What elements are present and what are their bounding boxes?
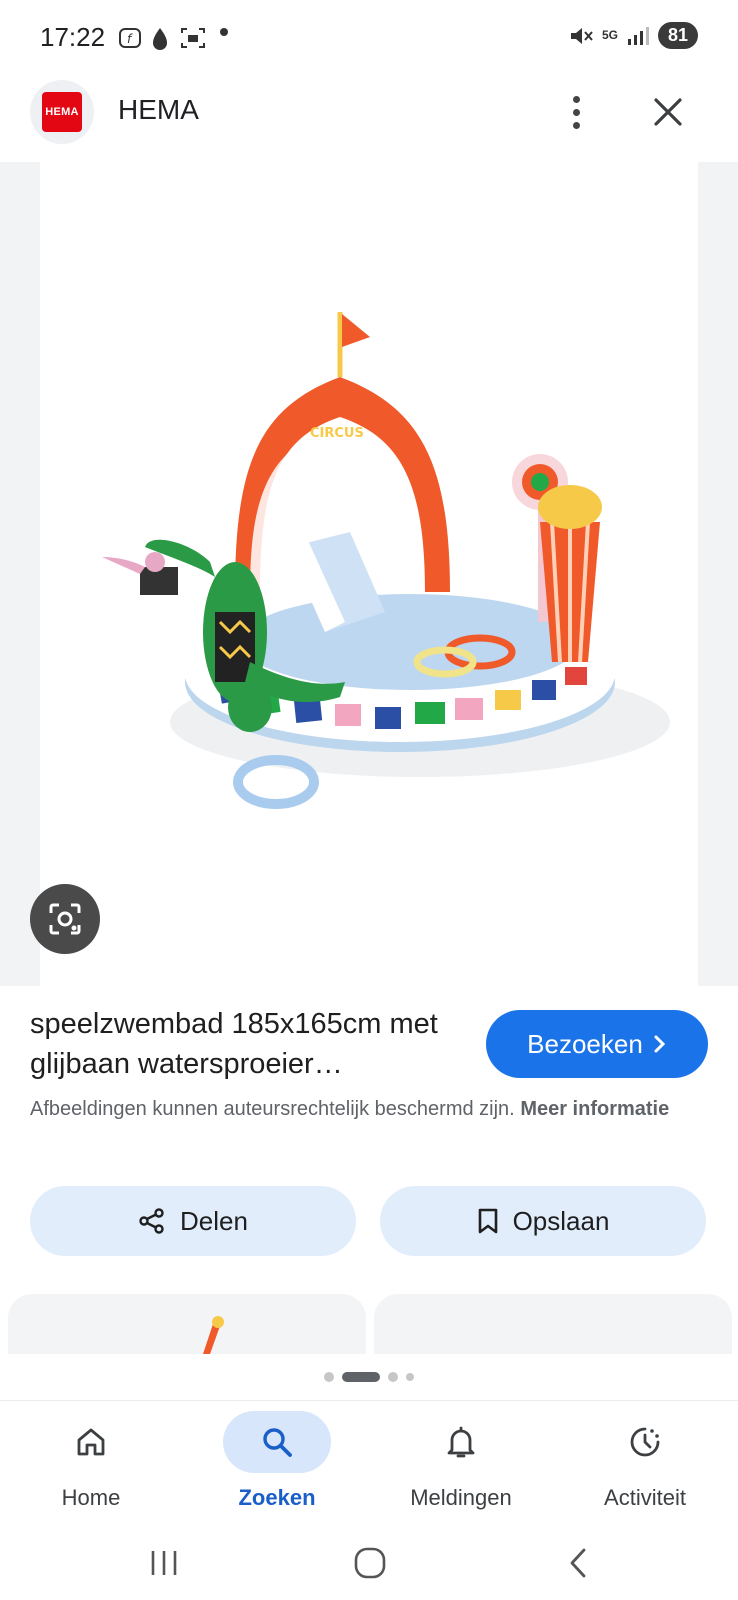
screenshot-icon	[181, 28, 205, 48]
copyright-text: Afbeeldingen kunnen auteursrechtelijk be…	[30, 1098, 515, 1120]
signal-icon	[627, 26, 649, 45]
search-icon	[263, 1428, 292, 1457]
share-label: Delen	[180, 1205, 248, 1236]
related-image-fragment	[203, 1316, 224, 1354]
recent-apps-button[interactable]	[134, 1540, 194, 1586]
nav-activity-pill	[591, 1411, 699, 1473]
back-system-button[interactable]	[548, 1540, 608, 1586]
close-icon[interactable]	[646, 90, 690, 134]
pager-dot	[388, 1372, 398, 1382]
svg-text:f: f	[127, 32, 133, 46]
nav-search-pill	[223, 1411, 331, 1473]
image-text: CIRCUS	[310, 426, 364, 441]
notification-dot	[220, 28, 228, 36]
save-button[interactable]: Opslaan	[380, 1186, 706, 1256]
related-result-thumbnail[interactable]	[8, 1294, 366, 1354]
nav-home[interactable]: Home	[16, 1401, 166, 1531]
pager-dot-active	[342, 1372, 380, 1382]
back-icon	[570, 1548, 586, 1578]
hema-logo: HEMA	[42, 92, 82, 132]
inflatable-pool-illustration: CIRCUS	[102, 312, 670, 809]
image-viewer: CIRCUS	[0, 162, 738, 986]
more-info-link[interactable]: Meer informatie	[520, 1098, 669, 1120]
nav-activity-label: Activiteit	[604, 1485, 686, 1510]
status-time: 17:22	[40, 22, 106, 52]
related-result-thumbnail[interactable]	[374, 1294, 732, 1354]
app-bar: HEMA HEMA	[0, 78, 738, 162]
site-name[interactable]: HEMA	[118, 94, 199, 126]
nav-search-label: Zoeken	[238, 1485, 316, 1510]
battery-indicator: 81	[657, 22, 698, 49]
mute-icon	[570, 27, 593, 44]
share-icon	[139, 1208, 164, 1234]
nav-notifications-pill	[407, 1411, 515, 1473]
recents-icon	[151, 1551, 177, 1575]
save-label: Opslaan	[512, 1205, 610, 1236]
home-system-button[interactable]	[340, 1540, 400, 1586]
home-icon	[77, 1428, 105, 1456]
home-circle-icon	[354, 1547, 386, 1579]
more-options-button[interactable]	[556, 88, 596, 136]
google-lens-button[interactable]	[30, 884, 100, 954]
visit-button-label: Bezoeken	[527, 1028, 643, 1059]
nav-search[interactable]: Zoeken	[202, 1401, 352, 1531]
bell-icon	[447, 1426, 475, 1458]
site-logo: HEMA	[30, 80, 94, 144]
lens-icon	[49, 903, 81, 935]
pager-dot	[324, 1372, 334, 1382]
copyright-notice: Afbeeldingen kunnen auteursrechtelijk be…	[30, 1094, 710, 1125]
nav-notifications[interactable]: Meldingen	[386, 1401, 536, 1531]
nav-activity[interactable]: Activiteit	[570, 1401, 720, 1531]
bookmark-icon	[478, 1208, 497, 1234]
carousel-pager	[0, 1354, 738, 1400]
visit-button[interactable]: Bezoeken	[486, 1010, 708, 1078]
nav-notifications-label: Meldingen	[410, 1485, 512, 1510]
nav-home-label: Home	[61, 1485, 121, 1510]
status-bar: 17:22 f 5G 81	[0, 0, 738, 78]
bottom-navigation: Home Zoeken Meldingen Activiteit	[0, 1400, 738, 1530]
pager-dot	[406, 1373, 414, 1381]
drop-icon	[153, 28, 167, 50]
network-type: 5G	[601, 28, 618, 42]
facebook-notification-icon: f	[119, 28, 141, 48]
product-image[interactable]: CIRCUS	[40, 162, 698, 986]
chevron-right-icon	[654, 1035, 665, 1053]
status-indicators: 5G 81	[568, 22, 698, 49]
activity-icon	[630, 1427, 660, 1457]
system-navigation-bar	[0, 1530, 738, 1600]
result-title[interactable]: speelzwembad 185x165cm met glijbaan wate…	[30, 1004, 460, 1084]
nav-home-pill	[37, 1411, 145, 1473]
share-button[interactable]: Delen	[30, 1186, 356, 1256]
